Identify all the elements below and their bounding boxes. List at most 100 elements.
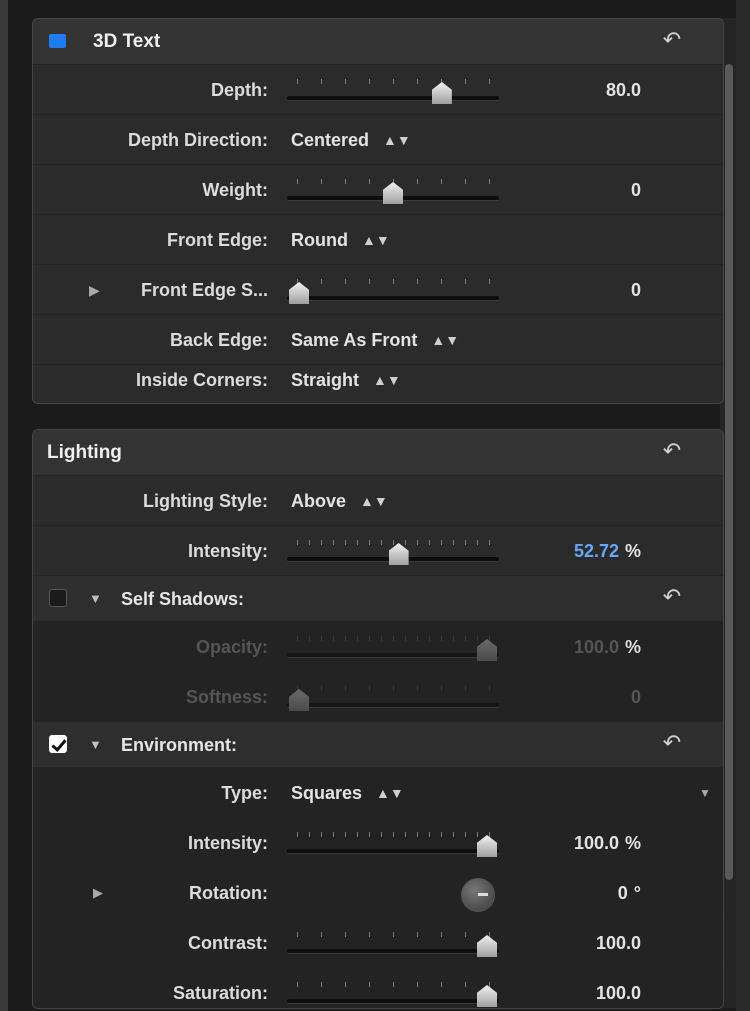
saturation-value[interactable]: 100.0 <box>511 968 641 1008</box>
weight-slider[interactable] <box>287 179 499 209</box>
softness-value[interactable]: 0 <box>511 672 641 722</box>
label-depth: Depth: <box>211 80 268 100</box>
slider-tick <box>465 179 466 184</box>
slider-ticks <box>297 279 490 287</box>
slider-tick <box>441 932 442 937</box>
slider-ticks <box>297 636 490 644</box>
label-front-edge-size: Front Edge S... <box>140 280 268 300</box>
depth-value[interactable]: 80.0 <box>511 65 641 115</box>
slider-tick <box>369 179 370 184</box>
saturation-slider[interactable] <box>287 982 499 1008</box>
opacity-slider[interactable] <box>287 636 499 666</box>
contrast-value[interactable]: 100.0 <box>511 918 641 968</box>
disclosure-down-icon[interactable]: ▼ <box>89 722 102 768</box>
env-intensity-value[interactable]: 100.0% <box>511 818 641 868</box>
front-edge-popup[interactable]: Round ▲▼ <box>291 215 390 265</box>
weight-value[interactable]: 0 <box>511 165 641 215</box>
slider-tick <box>297 982 298 987</box>
reset-icon[interactable]: ↶ <box>661 29 683 51</box>
slider-tick <box>345 686 346 691</box>
left-border <box>0 0 8 1011</box>
intensity-slider[interactable] <box>287 540 499 570</box>
slider-track <box>287 999 499 1004</box>
popup-value: Same As Front <box>291 330 418 350</box>
slider-tick <box>477 636 478 641</box>
depth-slider[interactable] <box>287 79 499 109</box>
intensity-value[interactable]: 52.72% <box>511 526 641 576</box>
type-popup[interactable]: Squares ▲▼ <box>291 768 404 818</box>
panel-header-lighting[interactable]: Lighting ↶ <box>33 430 723 476</box>
rotation-value[interactable]: 0 ° <box>511 868 641 918</box>
slider-tick <box>345 982 346 987</box>
row-self-shadows[interactable]: ▼ Self Shadows: ↶ <box>33 576 723 622</box>
slider-tick <box>357 636 358 641</box>
slider-track <box>287 96 499 101</box>
front-edge-size-slider[interactable] <box>287 279 499 309</box>
panel-lighting: Lighting ↶ Lighting Style: Above ▲▼ Inten… <box>32 429 724 1009</box>
disclosure-triangle-icon[interactable]: ▶ <box>93 868 103 918</box>
inside-corners-popup[interactable]: Straight ▲▼ <box>291 355 401 403</box>
slider-ticks <box>297 79 490 87</box>
slider-tick <box>297 540 298 545</box>
slider-tick <box>453 832 454 837</box>
depth-direction-popup[interactable]: Centered ▲▼ <box>291 115 411 165</box>
slider-tick <box>369 636 370 641</box>
slider-tick <box>345 636 346 641</box>
slider-tick <box>333 540 334 545</box>
slider-tick <box>321 79 322 84</box>
slider-tick <box>489 932 490 937</box>
slider-tick <box>405 636 406 641</box>
row-environment[interactable]: ▼ Environment: ↶ <box>33 722 723 768</box>
slider-tick <box>321 686 322 691</box>
reset-icon[interactable]: ↶ <box>661 440 683 462</box>
softness-slider[interactable] <box>287 686 499 716</box>
label-contrast: Contrast: <box>188 933 268 953</box>
scrollbar-thumb[interactable] <box>725 64 733 880</box>
slider-track <box>287 296 499 301</box>
front-edge-size-value[interactable]: 0 <box>511 265 641 315</box>
rotation-dial[interactable] <box>461 878 495 912</box>
slider-tick <box>393 686 394 691</box>
slider-tick <box>309 636 310 641</box>
value-text: 100.0 <box>595 933 641 953</box>
environment-checkbox[interactable] <box>49 735 67 753</box>
slider-tick <box>465 540 466 545</box>
label-inside-corners: Inside Corners: <box>135 370 268 390</box>
row-type: Type: Squares ▲▼ ▼ <box>33 768 723 818</box>
panel-header-3d-text[interactable]: 3D Text ↶ <box>33 19 723 65</box>
slider-tick <box>393 636 394 641</box>
row-softness: Softness: 0 <box>33 672 723 722</box>
environment-title: Environment: <box>121 735 238 755</box>
env-intensity-slider[interactable] <box>287 832 499 862</box>
label-lighting-style: Lighting Style: <box>143 491 268 511</box>
contrast-slider[interactable] <box>287 932 499 962</box>
row-saturation: Saturation: 100.0 <box>33 968 723 1008</box>
disclosure-down-icon[interactable]: ▼ <box>89 576 102 622</box>
disclosure-triangle-icon[interactable]: ▶ <box>89 265 100 315</box>
slider-tick <box>345 279 346 284</box>
lighting-style-popup[interactable]: Above ▲▼ <box>291 476 388 526</box>
slider-tick <box>393 932 394 937</box>
slider-tick <box>417 982 418 987</box>
label-saturation: Saturation: <box>172 983 268 1003</box>
slider-tick <box>429 832 430 837</box>
dropdown-arrow-icon[interactable]: ▼ <box>699 786 711 800</box>
self-shadows-checkbox[interactable] <box>49 589 67 607</box>
reset-icon[interactable]: ↶ <box>661 586 683 608</box>
slider-tick <box>465 636 466 641</box>
slider-tick <box>417 279 418 284</box>
unit-text: % <box>624 833 641 853</box>
slider-ticks <box>297 932 490 940</box>
panel-3d-text: 3D Text ↶ Depth: 80.0 Depth Direction: C… <box>32 18 724 404</box>
slider-ticks <box>297 982 490 990</box>
row-depth-direction: Depth Direction: Centered ▲▼ <box>33 115 723 165</box>
value-text: 0 <box>630 180 641 200</box>
slider-tick <box>321 179 322 184</box>
slider-tick <box>381 540 382 545</box>
value-text: 100.0 <box>595 983 641 1003</box>
opacity-value[interactable]: 100.0% <box>511 622 641 672</box>
enable-checkbox-blue[interactable] <box>49 34 66 48</box>
slider-tick <box>297 832 298 837</box>
slider-tick <box>321 832 322 837</box>
reset-icon[interactable]: ↶ <box>661 732 683 754</box>
